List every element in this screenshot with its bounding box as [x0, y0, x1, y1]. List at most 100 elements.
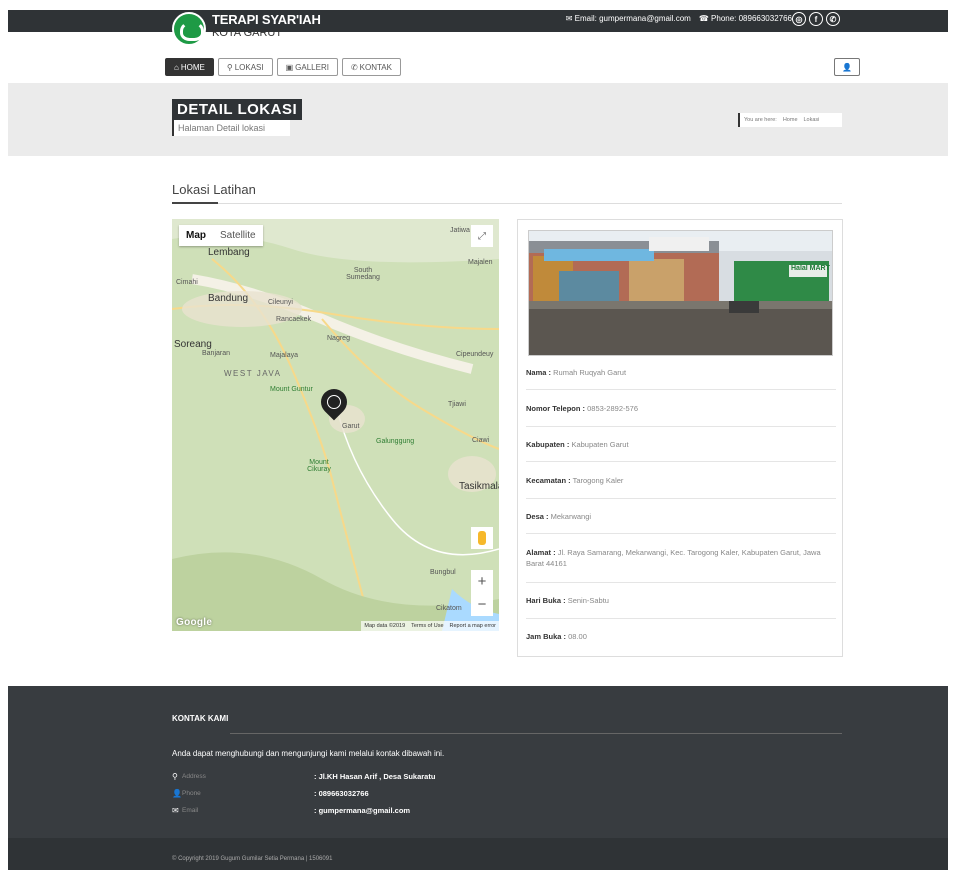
google-map[interactable]: Lembang Cimahi Bandung Cileunyi Rancaeke…	[172, 219, 499, 631]
map-label-bandung: Bandung	[208, 293, 249, 304]
map-label-cimahi: Cimahi	[176, 279, 198, 286]
map-label-ciawi: Ciawi	[472, 437, 490, 444]
map-label-tjiawi: Tjiawi	[448, 401, 466, 408]
photo-sign-text: Halal MART	[791, 265, 830, 272]
nav-lokasi[interactable]: ⚲ LOKASI	[217, 58, 273, 76]
map-label-cipeundeuy: Cipeundeuy	[456, 351, 494, 358]
zoom-control: + −	[471, 570, 493, 616]
detail-alamat: Alamat : Jl. Raya Samarang, Mekarwangi, …	[526, 548, 821, 568]
nav-home[interactable]: ⌂ HOME	[165, 58, 214, 76]
footer-bottom-bar	[8, 838, 948, 870]
map-label-soreang: Soreang	[174, 339, 212, 350]
breadcrumb-home[interactable]: Home	[783, 117, 798, 123]
detail-divider	[526, 389, 836, 390]
footer-phone: 👤 Phone : 089663032766	[172, 789, 369, 798]
fullscreen-icon[interactable]: ⤢	[471, 225, 493, 247]
map-label-mount-cikuray: Mount Cikuray	[307, 459, 331, 473]
detail-divider	[526, 426, 836, 427]
map-marker-icon: ⚲	[172, 772, 178, 781]
main-nav: ⌂ HOME ⚲ LOKASI ▣ GALLERI ✆ KONTAK	[165, 58, 401, 76]
map-label-majalengka: Majalen	[468, 259, 493, 266]
detail-kecamatan: Kecamatan : Tarogong Kaler	[526, 476, 624, 485]
map-label-south-sumedang: South Sumedang	[346, 267, 380, 281]
section-accent	[172, 202, 218, 204]
facebook-icon[interactable]: f	[809, 12, 823, 26]
detail-kabupaten: Kabupaten : Kabupaten Garut	[526, 440, 629, 449]
footer-title: KONTAK KAMI	[172, 714, 229, 723]
footer	[8, 686, 948, 838]
map-label-cileunyi: Cileunyi	[268, 299, 293, 306]
logo-emblem-icon	[172, 12, 206, 46]
top-contact: ✉ Email: gumpermana@gmail.com ☎ Phone: 0…	[566, 14, 792, 23]
top-email[interactable]: ✉ Email: gumpermana@gmail.com	[566, 14, 691, 23]
map-tab-satellite[interactable]: Satellite	[213, 225, 263, 246]
detail-jam-buka: Jam Buka : 08.00	[526, 632, 587, 641]
map-label-rancaekek: Rancaekek	[276, 316, 312, 323]
home-icon: ⌂	[174, 62, 179, 72]
section-divider	[172, 203, 842, 204]
map-label-cikatomas: Cikatom	[436, 605, 462, 612]
site-logo[interactable]: TERAPI SYAR'IAH KOTA GARUT	[172, 10, 321, 52]
footer-description: Anda dapat menghubungi dan mengunjungi k…	[172, 749, 445, 758]
street-view-pegman-icon[interactable]	[471, 527, 493, 549]
map-label-banjaran: Banjaran	[202, 350, 231, 357]
zoom-out-button[interactable]: −	[478, 596, 487, 613]
map-attribution: Map data ©2019 Terms of Use Report a map…	[361, 621, 499, 631]
detail-telepon: Nomor Telepon : 0853-2892-576	[526, 404, 639, 413]
map-label-lembang: Lembang	[208, 247, 250, 258]
detail-divider	[526, 498, 836, 499]
location-photo-image	[529, 231, 832, 355]
logo-title: TERAPI SYAR'IAH	[212, 12, 321, 27]
whatsapp-icon[interactable]: ✆	[826, 12, 840, 26]
footer-accent	[172, 732, 230, 734]
google-logo: Google	[176, 617, 213, 628]
map-label-west-java: WEST JAVA	[224, 369, 282, 378]
section-title: Lokasi Latihan	[172, 182, 256, 197]
map-type-control: Map Satellite	[179, 225, 263, 246]
footer-email: ✉ Email : gumpermana@gmail.com	[172, 806, 411, 815]
detail-nama: Nama : Rumah Ruqyah Garut	[526, 368, 627, 377]
map-report-link[interactable]: Report a map error	[450, 623, 496, 629]
breadcrumb-current: Lokasi	[803, 117, 820, 123]
map-tab-map[interactable]: Map	[179, 225, 213, 246]
user-login-button[interactable]: 👤	[834, 58, 860, 76]
social-links: ◎ f ✆	[792, 12, 840, 26]
detail-divider	[526, 533, 836, 534]
detail-divider	[526, 461, 836, 462]
location-photo: Halal MART	[528, 230, 833, 356]
nav-galleri[interactable]: ▣ GALLERI	[276, 58, 338, 76]
user-icon: 👤	[842, 62, 852, 72]
map-label-galunggung: Galunggung	[376, 438, 415, 445]
picture-icon: ▣	[285, 62, 294, 72]
detail-hari-buka: Hari Buka : Senin-Sabtu	[526, 596, 609, 605]
nav-kontak[interactable]: ✆ KONTAK	[341, 58, 401, 76]
map-label-mount-guntur: Mount Guntur	[270, 386, 313, 393]
map-terms-link[interactable]: Terms of Use	[411, 623, 443, 629]
map-label-bungbulang: Bungbul	[430, 569, 456, 576]
zoom-in-button[interactable]: +	[478, 573, 487, 590]
map-label-nagreg: Nagreg	[327, 335, 350, 342]
map-label-garut: Garut	[342, 423, 360, 430]
breadcrumb: You are here: Home Lokasi	[738, 113, 842, 127]
phone-icon: ☎	[698, 14, 709, 23]
envelope-icon: ✉	[172, 806, 179, 815]
map-marker-icon: ⚲	[226, 62, 233, 72]
instagram-icon[interactable]: ◎	[792, 12, 806, 26]
detail-divider	[526, 582, 836, 583]
phone-icon: ✆	[350, 62, 358, 72]
top-phone[interactable]: ☎ Phone: 089663032766	[699, 14, 792, 23]
detail-divider	[526, 618, 836, 619]
copyright: © Copyright 2019 Gugum Gumilar Setia Per…	[172, 856, 333, 862]
map-label-majalaya: Majalaya	[270, 352, 299, 359]
user-icon: 👤	[172, 789, 182, 798]
logo-subtitle: KOTA GARUT	[212, 27, 283, 39]
map-label-jatiwangi: Jatiwa	[450, 227, 470, 234]
page-subtitle: Halaman Detail lokasi	[172, 120, 290, 136]
footer-address: ⚲ Address : Jl.KH Hasan Arif , Desa Suka…	[172, 772, 436, 781]
detail-desa: Desa : Mekarwangi	[526, 512, 592, 521]
envelope-icon: ✉	[565, 14, 573, 23]
page-title: DETAIL LOKASI	[172, 99, 303, 120]
footer-divider	[172, 733, 842, 734]
map-label-tasikmala: Tasikmala	[459, 481, 499, 492]
location-detail-card: Halal MART Nama : Rumah Ruqyah Garut Nom…	[517, 219, 843, 657]
